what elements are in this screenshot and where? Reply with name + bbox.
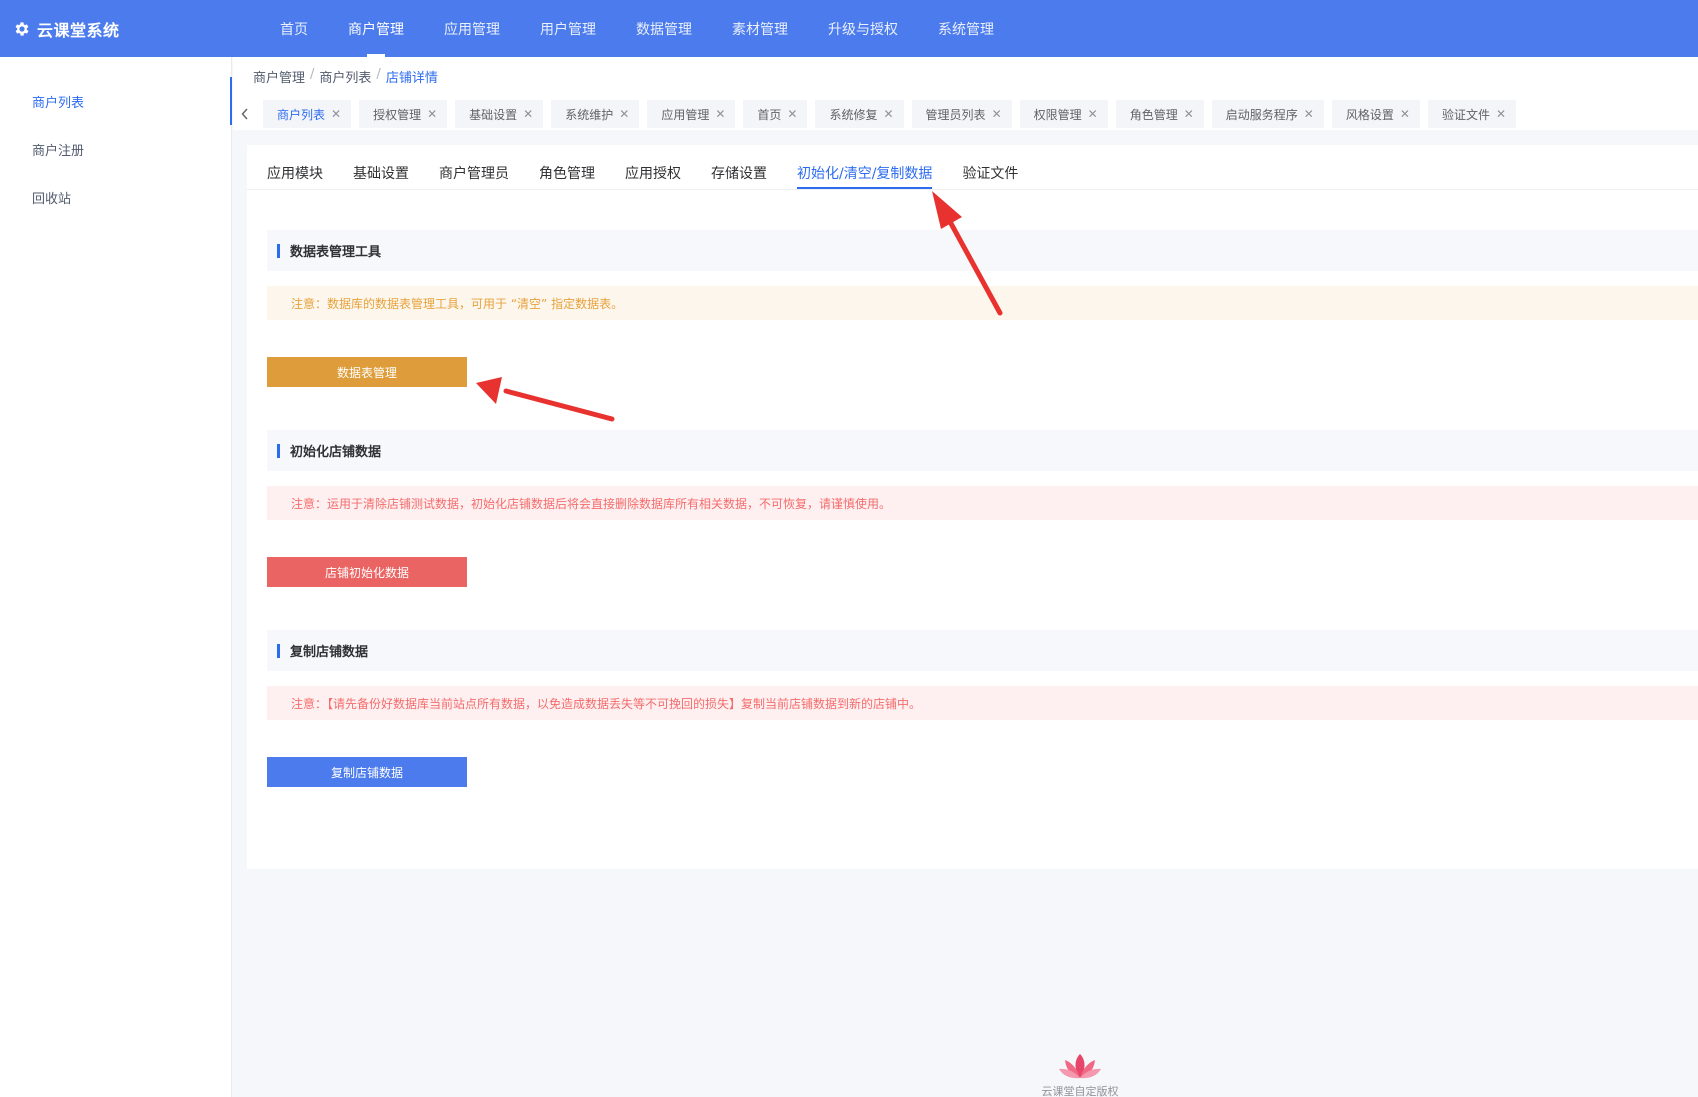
section-copy-store-data: 复制店铺数据 注意：【请先备份好数据库当前站点所有数据，以免造成数据丢失等不可挽… — [267, 630, 1698, 787]
tab-label: 角色管理 — [1129, 107, 1178, 122]
tab-system-repair[interactable]: 系统修复 ✕ — [815, 100, 904, 128]
subtab-storage-settings[interactable]: 存储设置 — [711, 145, 767, 189]
tab-start-service[interactable]: 启动服务程序 ✕ — [1211, 100, 1324, 128]
tab-label: 验证文件 — [1441, 107, 1490, 122]
close-icon[interactable]: ✕ — [427, 107, 437, 121]
tab-verify-file[interactable]: 验证文件 ✕ — [1427, 100, 1517, 128]
close-icon[interactable]: ✕ — [715, 107, 725, 121]
close-icon[interactable]: ✕ — [992, 107, 1002, 121]
breadcrumb-separator: / — [376, 67, 381, 82]
section-title-text: 初始化店铺数据 — [290, 445, 382, 460]
title-accent-bar — [277, 243, 280, 258]
breadcrumb-merchant-list[interactable]: 商户列表 — [319, 67, 371, 86]
chevron-left-icon[interactable] — [235, 100, 255, 128]
danger-notice: 注意：运用于清除店铺测试数据，初始化店铺数据后将会直接删除数据库所有相关数据，不… — [267, 486, 1698, 520]
close-icon[interactable]: ✕ — [787, 107, 797, 121]
section-title-text: 数据表管理工具 — [290, 245, 382, 260]
close-icon[interactable]: ✕ — [1088, 107, 1098, 121]
breadcrumb-current: 店铺详情 — [385, 71, 438, 86]
nav-item-apps[interactable]: 应用管理 — [424, 0, 520, 57]
tab-merchant-list[interactable]: 商户列表 ✕ — [263, 100, 352, 128]
sidebar-item-recycle-bin[interactable]: 回收站 — [0, 173, 231, 221]
footer: 云课堂自定版权 — [1000, 1052, 1160, 1097]
tab-style-settings[interactable]: 风格设置 ✕ — [1331, 100, 1420, 128]
section-init-store-data: 初始化店铺数据 注意：运用于清除店铺测试数据，初始化店铺数据后将会直接删除数据库… — [267, 430, 1698, 587]
app-title: 云课堂系统 — [37, 20, 120, 40]
title-accent-bar — [277, 443, 280, 458]
breadcrumb-separator: / — [310, 67, 315, 82]
breadcrumb-merchant-management[interactable]: 商户管理 — [253, 67, 305, 86]
close-icon[interactable]: ✕ — [331, 107, 341, 121]
close-icon[interactable]: ✕ — [1496, 107, 1506, 121]
store-detail-card: 应用模块 基础设置 商户管理员 角色管理 应用授权 存储设置 初始化/清空/复制… — [247, 145, 1698, 869]
close-icon[interactable]: ✕ — [1184, 107, 1194, 121]
tab-label: 启动服务程序 — [1225, 107, 1298, 122]
tab-label: 首页 — [757, 107, 782, 122]
tab-label: 基础设置 — [469, 107, 518, 122]
subtab-app-authorization[interactable]: 应用授权 — [625, 145, 681, 189]
sidebar-menu: 商户列表 商户注册 回收站 — [0, 57, 232, 221]
table-management-button[interactable]: 数据表管理 — [267, 357, 467, 387]
tab-label: 风格设置 — [1345, 107, 1394, 122]
tab-label: 权限管理 — [1033, 107, 1082, 122]
close-icon[interactable]: ✕ — [883, 107, 893, 121]
close-icon[interactable]: ✕ — [619, 107, 629, 121]
sidebar-item-merchant-list[interactable]: 商户列表 — [0, 77, 232, 125]
tab-label: 管理员列表 — [925, 107, 986, 122]
subtab-app-modules[interactable]: 应用模块 — [267, 145, 323, 189]
copy-store-data-button[interactable]: 复制店铺数据 — [267, 757, 467, 787]
top-nav-menu: 首页 商户管理 应用管理 用户管理 数据管理 素材管理 升级与授权 系统管理 — [260, 0, 1014, 57]
tab-auth-management[interactable]: 授权管理 ✕ — [359, 100, 448, 128]
close-icon[interactable]: ✕ — [1400, 107, 1410, 121]
gear-icon — [15, 21, 29, 36]
tab-basic-settings[interactable]: 基础设置 ✕ — [455, 100, 544, 128]
section-table-management: 数据表管理工具 注意：数据库的数据表管理工具，可用于 “清空” 指定数据表。 数… — [267, 230, 1698, 387]
nav-item-upgrade[interactable]: 升级与授权 — [808, 0, 918, 57]
subtab-role-management[interactable]: 角色管理 — [539, 145, 595, 189]
close-icon[interactable]: ✕ — [1304, 107, 1314, 121]
breadcrumb: 商户管理 / 商户列表 / 店铺详情 — [253, 67, 438, 86]
app-logo[interactable]: 云课堂系统 — [0, 17, 240, 41]
tab-label: 系统维护 — [565, 107, 614, 122]
section-title: 初始化店铺数据 — [267, 430, 1698, 471]
tab-permission-management[interactable]: 权限管理 ✕ — [1019, 100, 1108, 128]
nav-item-data[interactable]: 数据管理 — [616, 0, 712, 57]
lotus-logo-icon — [1059, 1054, 1101, 1079]
detail-subtabs: 应用模块 基础设置 商户管理员 角色管理 应用授权 存储设置 初始化/清空/复制… — [247, 145, 1698, 190]
init-store-data-button[interactable]: 店铺初始化数据 — [267, 557, 467, 587]
danger-notice: 注意：【请先备份好数据库当前站点所有数据，以免造成数据丢失等不可挽回的损失】复制… — [267, 686, 1698, 720]
open-tabs-bar: 商户列表 ✕ 授权管理 ✕ 基础设置 ✕ 系统维护 ✕ 应用管理 ✕ 首页 ✕ 系统修复 ✕ … — [233, 97, 1698, 131]
footer-copyright: 云课堂自定版权 — [1041, 1085, 1119, 1097]
subtab-basic-settings[interactable]: 基础设置 — [353, 145, 409, 189]
sidebar: 商户列表 商户注册 回收站 — [0, 57, 232, 1097]
top-navbar: 云课堂系统 首页 商户管理 应用管理 用户管理 数据管理 素材管理 升级与授权 … — [0, 0, 1698, 57]
subtab-merchant-admins[interactable]: 商户管理员 — [439, 145, 509, 189]
nav-item-system[interactable]: 系统管理 — [918, 0, 1014, 57]
nav-item-merchant[interactable]: 商户管理 — [328, 0, 424, 57]
tab-label: 授权管理 — [373, 107, 422, 122]
tab-label: 系统修复 — [829, 107, 878, 122]
sidebar-item-merchant-register[interactable]: 商户注册 — [0, 125, 231, 173]
nav-item-home[interactable]: 首页 — [260, 0, 328, 57]
tab-app-management[interactable]: 应用管理 ✕ — [647, 100, 736, 128]
section-title: 数据表管理工具 — [267, 230, 1698, 271]
nav-item-materials[interactable]: 素材管理 — [712, 0, 808, 57]
tab-system-maintenance[interactable]: 系统维护 ✕ — [551, 100, 640, 128]
tab-admin-list[interactable]: 管理员列表 ✕ — [911, 100, 1012, 128]
title-accent-bar — [277, 643, 280, 658]
subtab-verify-file[interactable]: 验证文件 — [962, 145, 1018, 189]
section-title-text: 复制店铺数据 — [290, 645, 369, 660]
section-title: 复制店铺数据 — [267, 630, 1698, 671]
subtab-init-clear-copy-data[interactable]: 初始化/清空/复制数据 — [797, 145, 933, 189]
tab-role-management[interactable]: 角色管理 ✕ — [1115, 100, 1204, 128]
tab-label: 应用管理 — [661, 107, 710, 122]
close-icon[interactable]: ✕ — [523, 107, 533, 121]
tab-label: 商户列表 — [277, 107, 326, 122]
tab-home[interactable]: 首页 ✕ — [743, 100, 808, 128]
nav-item-users[interactable]: 用户管理 — [520, 0, 616, 57]
warning-notice: 注意：数据库的数据表管理工具，可用于 “清空” 指定数据表。 — [267, 286, 1698, 320]
